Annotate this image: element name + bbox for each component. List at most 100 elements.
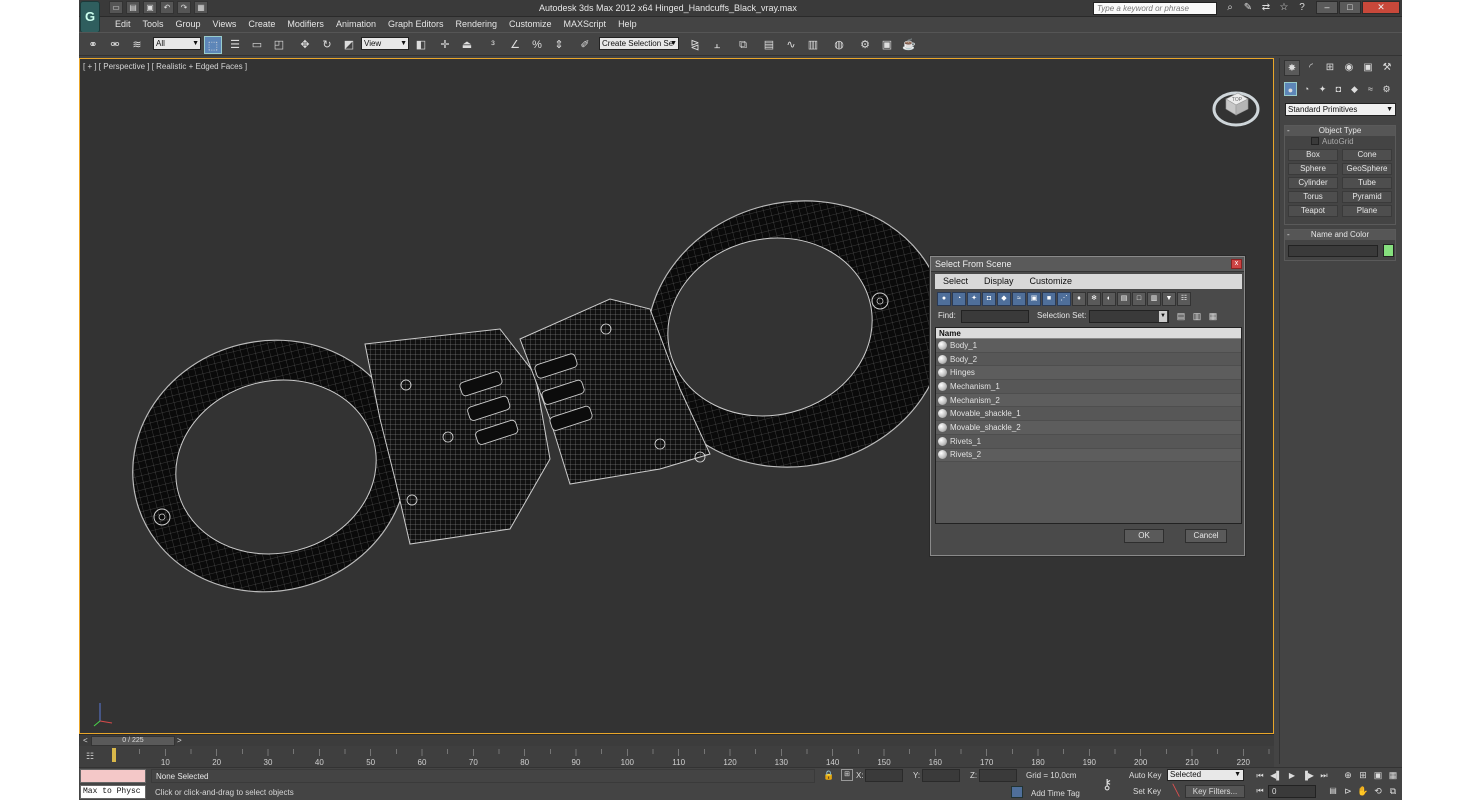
- menu-modifiers[interactable]: Modifiers: [281, 17, 330, 31]
- set-key-button[interactable]: Set Key: [1129, 785, 1165, 798]
- key-filters-button[interactable]: Key Filters...: [1185, 785, 1245, 798]
- field-of-view-icon[interactable]: ⊳: [1341, 785, 1355, 798]
- dialog-title-bar[interactable]: Select From Scene x: [931, 257, 1244, 272]
- search-input[interactable]: Type a keyword or phrase: [1093, 2, 1217, 15]
- display-invert-icon[interactable]: ▥: [1147, 292, 1161, 306]
- key-mode-dropdown[interactable]: Selected ▼: [1167, 769, 1244, 781]
- autogrid-checkbox[interactable]: [1311, 137, 1319, 145]
- z-coordinate-field[interactable]: [979, 769, 1017, 782]
- systems-category-icon[interactable]: ⚙: [1380, 82, 1393, 96]
- display-cameras-icon[interactable]: ◘: [982, 292, 996, 306]
- named-selection-dropdown[interactable]: Create Selection Se ▼: [599, 37, 679, 50]
- list-item[interactable]: Mechanism_2: [936, 393, 1241, 408]
- menu-customize[interactable]: Customize: [503, 17, 558, 31]
- reference-coordinate-dropdown[interactable]: View ▼: [361, 37, 409, 50]
- percent-snap-icon[interactable]: %: [528, 36, 546, 54]
- rendered-frame-window-icon[interactable]: ▣: [878, 36, 896, 54]
- display-hidden-icon[interactable]: ◐: [1102, 292, 1116, 306]
- bind-space-warp-icon[interactable]: ≋: [128, 36, 146, 54]
- object-name-input[interactable]: [1288, 245, 1378, 257]
- display-xrefs-icon[interactable]: ■: [1042, 292, 1056, 306]
- time-slider-next-button[interactable]: >: [177, 736, 182, 745]
- select-none-icon[interactable]: ▥: [1191, 310, 1203, 323]
- curve-editor-icon[interactable]: ∿: [782, 36, 800, 54]
- time-slider-thumb[interactable]: 0 / 225: [91, 736, 175, 746]
- list-item[interactable]: Body_1: [936, 339, 1241, 353]
- save-icon[interactable]: ▣: [143, 1, 157, 14]
- selection-filter-dropdown[interactable]: All ▼: [153, 37, 201, 50]
- maximize-viewport-icon[interactable]: ⧉: [1386, 785, 1400, 798]
- edit-named-selection-icon[interactable]: ✐: [576, 36, 594, 54]
- keyboard-shortcut-override-icon[interactable]: ⏏: [458, 36, 476, 54]
- object-color-swatch[interactable]: [1383, 244, 1394, 257]
- select-manipulate-icon[interactable]: ✛: [436, 36, 454, 54]
- display-bones-icon[interactable]: ⋰: [1057, 292, 1071, 306]
- list-item[interactable]: Rivets_1: [936, 435, 1241, 449]
- menu-rendering[interactable]: Rendering: [450, 17, 504, 31]
- menu-views[interactable]: Views: [207, 17, 243, 31]
- time-tag-icon[interactable]: [1011, 786, 1023, 798]
- set-key-icon[interactable]: ╲: [1169, 785, 1183, 798]
- maxscript-output[interactable]: [80, 769, 146, 783]
- selection-set-dropdown[interactable]: ▼: [1089, 310, 1169, 323]
- rotate-icon[interactable]: ↻: [318, 36, 336, 54]
- schematic-view-icon[interactable]: ▥: [804, 36, 822, 54]
- pan-icon[interactable]: ✋: [1356, 785, 1370, 798]
- geometry-category-icon[interactable]: ●: [1284, 82, 1297, 96]
- menu-create[interactable]: Create: [242, 17, 281, 31]
- list-item[interactable]: Rivets_2: [936, 448, 1241, 463]
- display-helpers-icon[interactable]: ◆: [997, 292, 1011, 306]
- tube-button[interactable]: Tube: [1342, 177, 1392, 189]
- menu-help[interactable]: Help: [612, 17, 643, 31]
- minimize-button[interactable]: –: [1316, 1, 1338, 14]
- shapes-category-icon[interactable]: ◔: [1300, 82, 1313, 96]
- move-icon[interactable]: ✥: [296, 36, 314, 54]
- unlink-icon[interactable]: ⚮: [106, 36, 124, 54]
- list-item[interactable]: Body_2: [936, 353, 1241, 367]
- torus-button[interactable]: Torus: [1288, 191, 1338, 203]
- graphite-modeling-icon[interactable]: ▤: [760, 36, 778, 54]
- plane-button[interactable]: Plane: [1342, 205, 1392, 217]
- auto-key-button[interactable]: Auto Key: [1129, 770, 1165, 782]
- x-coordinate-field[interactable]: [865, 769, 903, 782]
- scale-icon[interactable]: ◩: [340, 36, 358, 54]
- lights-category-icon[interactable]: ✦: [1316, 82, 1329, 96]
- window-crossing-icon[interactable]: ◰: [270, 36, 288, 54]
- object-type-rollout-header[interactable]: - Object Type: [1285, 126, 1395, 136]
- mirror-icon[interactable]: ⧎: [686, 36, 704, 54]
- list-item[interactable]: Hinges: [936, 366, 1241, 381]
- sphere-button[interactable]: Sphere: [1288, 163, 1338, 175]
- geosphere-button[interactable]: GeoSphere: [1342, 163, 1392, 175]
- select-by-name-icon[interactable]: ☰: [226, 36, 244, 54]
- teapot-button[interactable]: Teapot: [1288, 205, 1338, 217]
- new-icon[interactable]: ▭: [109, 1, 123, 14]
- find-input[interactable]: [961, 310, 1029, 323]
- project-icon[interactable]: ▦: [194, 1, 208, 14]
- y-coordinate-field[interactable]: [922, 769, 960, 782]
- menu-tools[interactable]: Tools: [137, 17, 170, 31]
- menu-graph-editors[interactable]: Graph Editors: [382, 17, 450, 31]
- box-button[interactable]: Box: [1288, 149, 1338, 161]
- modify-tab-icon[interactable]: ◜: [1303, 60, 1319, 76]
- viewport-label[interactable]: [ + ] [ Perspective ] [ Realistic + Edge…: [83, 62, 247, 71]
- render-setup-icon[interactable]: ⚙: [856, 36, 874, 54]
- star-icon[interactable]: ☆: [1277, 1, 1291, 15]
- dialog-menu-select[interactable]: Select: [935, 274, 976, 289]
- selection-lock-icon[interactable]: 🔒: [823, 770, 834, 781]
- dialog-menu-display[interactable]: Display: [976, 274, 1022, 289]
- key-mode-toggle-icon[interactable]: ⏮: [1253, 785, 1267, 797]
- dialog-close-button[interactable]: x: [1231, 259, 1242, 269]
- dialog-menu-customize[interactable]: Customize: [1022, 274, 1081, 289]
- list-item[interactable]: Mechanism_1: [936, 380, 1241, 394]
- ok-button[interactable]: OK: [1124, 529, 1164, 543]
- hierarchy-tab-icon[interactable]: ⊞: [1322, 60, 1338, 76]
- cylinder-button[interactable]: Cylinder: [1288, 177, 1338, 189]
- render-production-icon[interactable]: ☕: [900, 36, 918, 54]
- zoom-extents-icon[interactable]: ▣: [1371, 769, 1385, 782]
- menu-maxscript[interactable]: MAXScript: [558, 17, 613, 31]
- cancel-button[interactable]: Cancel: [1185, 529, 1227, 543]
- hierarchy-icon[interactable]: ☷: [1177, 292, 1191, 306]
- zoom-all-icon[interactable]: ⊞: [1356, 769, 1370, 782]
- display-spacewarps-icon[interactable]: ≈: [1012, 292, 1026, 306]
- cone-button[interactable]: Cone: [1342, 149, 1392, 161]
